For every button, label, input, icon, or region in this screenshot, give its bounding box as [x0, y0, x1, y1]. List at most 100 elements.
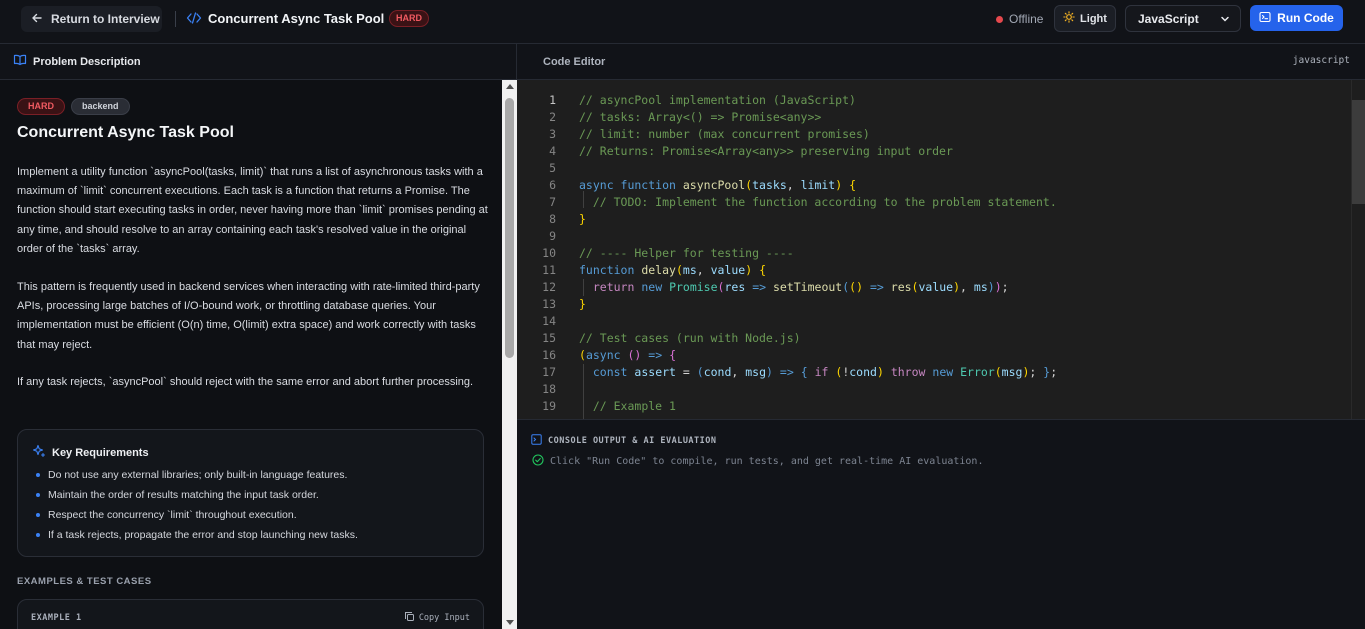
line-number: 13 [542, 297, 556, 311]
code-line: 19 // Example 1 [517, 398, 1351, 415]
code-line: 12 return new Promise(res => setTimeout(… [517, 279, 1351, 296]
connection-status: Offline [996, 12, 1043, 26]
bullet-icon [36, 493, 40, 497]
code-line: 18 [517, 381, 1351, 398]
terminal-icon [1259, 11, 1271, 26]
sparkle-icon [32, 444, 46, 461]
line-number: 15 [542, 331, 556, 345]
line-number: 9 [549, 229, 556, 243]
bullet-icon [36, 473, 40, 477]
code-editor[interactable]: 1// asyncPool implementation (JavaScript… [517, 80, 1365, 419]
code-line: 1// asyncPool implementation (JavaScript… [517, 92, 1351, 109]
return-label: Return to Interview [51, 12, 160, 26]
requirements-list: Do not use any external libraries; only … [36, 468, 358, 548]
code-line: 15// Test cases (run with Node.js) [517, 330, 1351, 347]
chevron-down-icon [1220, 13, 1230, 27]
badge-row: HARD backend [17, 98, 130, 115]
arrow-left-icon [31, 12, 43, 27]
examples-heading: EXAMPLES & TEST CASES [17, 576, 152, 587]
description-paragraph: Implement a utility function `asyncPool(… [17, 166, 488, 255]
code-line: 7 // TODO: Implement the function accord… [517, 194, 1351, 211]
run-label: Run Code [1277, 11, 1334, 25]
page-title: Concurrent Async Task Pool [208, 11, 385, 26]
code-line: 14 [517, 313, 1351, 330]
check-circle-icon [532, 454, 544, 469]
code-line: 9 [517, 228, 1351, 245]
description-paragraph: This pattern is frequently used in backe… [17, 281, 480, 351]
example-label: EXAMPLE 1 [31, 613, 82, 623]
requirement-text: Maintain the order of results matching t… [48, 489, 319, 501]
requirements-title: Key Requirements [52, 446, 149, 459]
language-value: JavaScript [1138, 11, 1199, 26]
editor-header: Code Editor javascript [517, 44, 1365, 80]
line-number: 19 [542, 399, 556, 413]
requirements-heading: Key Requirements [32, 444, 149, 461]
scroll-thumb[interactable] [505, 98, 514, 358]
problem-panel-header: Problem Description [0, 44, 517, 80]
top-bar: Return to Interview Concurrent Async Tas… [0, 0, 1365, 44]
line-number: 1 [549, 93, 556, 107]
code-line: 4// Returns: Promise<Array<any>> preserv… [517, 143, 1351, 160]
line-number: 6 [549, 178, 556, 192]
console-panel: CONSOLE OUTPUT & AI EVALUATION Click "Ru… [517, 419, 1365, 629]
line-number: 8 [549, 212, 556, 226]
editor-scrollbar[interactable] [1351, 80, 1365, 419]
line-number: 2 [549, 110, 556, 124]
bullet-icon [36, 533, 40, 537]
difficulty-badge: HARD [17, 98, 65, 115]
line-number: 17 [542, 365, 556, 379]
console-message: Click "Run Code" to compile, run tests, … [532, 454, 983, 469]
problem-description: HARD backend Concurrent Async Task Pool … [0, 80, 502, 629]
line-number: 14 [542, 314, 556, 328]
problem-title: Concurrent Async Task Pool [17, 124, 234, 141]
status-dot-icon [996, 15, 1003, 23]
code-line: 10// ---- Helper for testing ---- [517, 245, 1351, 262]
code-line: 16 (async () => { [517, 347, 1351, 364]
console-heading: CONSOLE OUTPUT & AI EVALUATION [531, 434, 717, 448]
code-line: 17 const assert = (cond, msg) => { if (!… [517, 364, 1351, 381]
requirement-text: Do not use any external libraries; only … [48, 469, 348, 481]
list-item: Do not use any external libraries; only … [36, 468, 358, 488]
code-line: 11 function delay(ms, value) { [517, 262, 1351, 279]
requirement-text: If a task rejects, propagate the error a… [48, 529, 358, 541]
panel-title: Problem Description [33, 55, 141, 68]
list-item: Maintain the order of results matching t… [36, 488, 358, 508]
list-item: Respect the concurrency `limit` througho… [36, 508, 358, 528]
line-number: 4 [549, 144, 556, 158]
copy-input-button[interactable]: Copy Input [404, 611, 470, 625]
console-text: Click "Run Code" to compile, run tests, … [550, 456, 984, 467]
editor-scroll-thumb[interactable] [1352, 100, 1365, 204]
problem-scrollbar[interactable] [502, 80, 517, 629]
scroll-down-icon[interactable] [506, 620, 514, 625]
line-number: 12 [542, 280, 556, 294]
theme-toggle-button[interactable]: Light [1054, 5, 1116, 32]
line-number: 10 [542, 246, 556, 260]
status-text: Offline [1009, 12, 1044, 26]
line-number: 3 [549, 127, 556, 141]
console-title: CONSOLE OUTPUT & AI EVALUATION [548, 436, 717, 446]
example-card: EXAMPLE 1 Copy Input [17, 599, 484, 629]
code-line: 2// tasks: Array<() => Promise<any>> [517, 109, 1351, 126]
scroll-up-icon[interactable] [506, 84, 514, 89]
tag-badge: backend [71, 98, 130, 115]
line-number: 18 [542, 382, 556, 396]
sun-icon [1063, 11, 1075, 26]
divider [175, 11, 176, 27]
description-paragraph: If any task rejects, `asyncPool` should … [17, 376, 474, 388]
line-number: 7 [549, 195, 556, 209]
run-code-button[interactable]: Run Code [1250, 5, 1343, 31]
language-select[interactable]: JavaScript [1125, 5, 1241, 32]
code-line: 6 async function asyncPool(tasks, limit) … [517, 177, 1351, 194]
copy-label: Copy Input [418, 613, 470, 623]
line-number: 16 [542, 348, 556, 362]
line-number: 11 [542, 263, 556, 277]
key-requirements-card: Key Requirements Do not use any external… [17, 429, 484, 557]
code-line: 5 [517, 160, 1351, 177]
copy-icon [404, 611, 415, 625]
return-to-interview-button[interactable]: Return to Interview [21, 6, 162, 32]
code-line: 13} [517, 296, 1351, 313]
editor-language-label: javascript [1292, 55, 1350, 66]
code-icon [186, 10, 202, 26]
code-line: 8} [517, 211, 1351, 228]
theme-label: Light [1080, 12, 1107, 25]
